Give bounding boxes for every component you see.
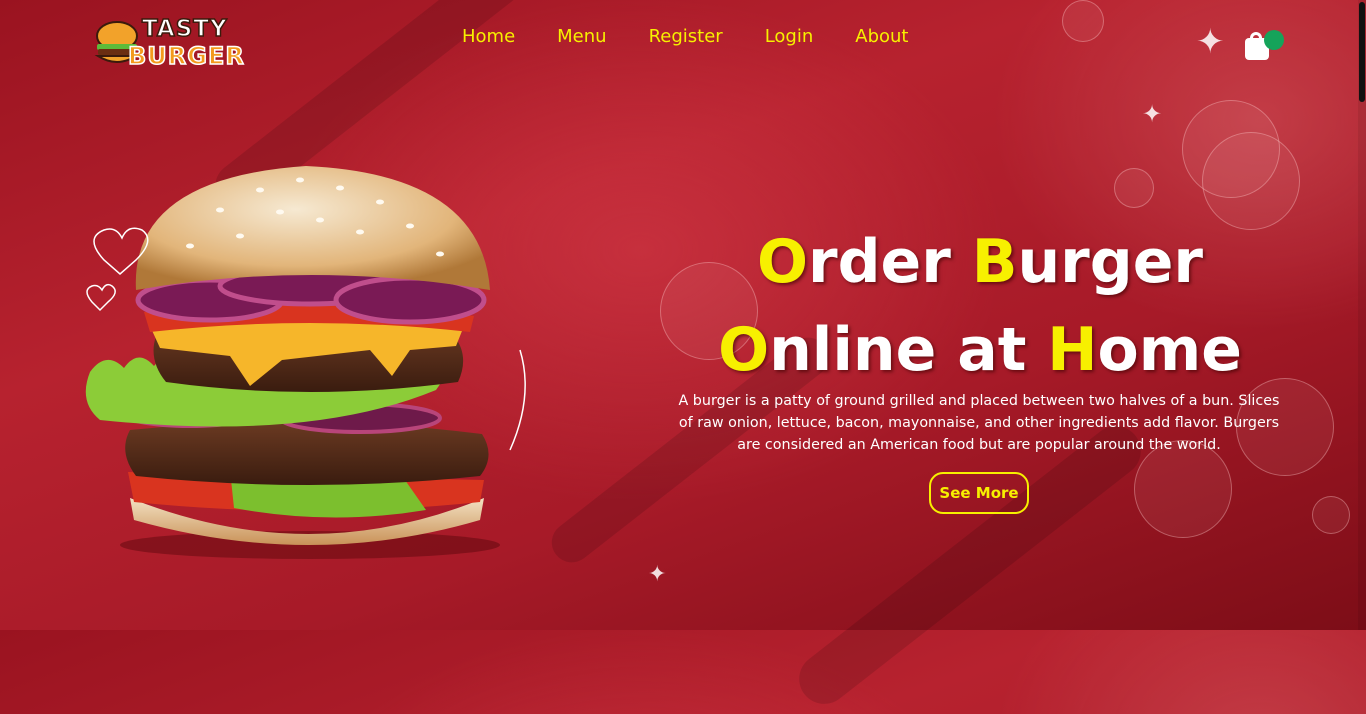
hero-title-text: ome [1097,315,1242,385]
hero-title-text: nline at [769,315,1048,385]
hero-title-cap: O [756,227,808,297]
nav-link-register[interactable]: Register [629,24,745,50]
logo-word-burger: BURGER [127,41,245,71]
brand-logo[interactable]: TASTY BURGER [92,14,252,74]
background-bokeh [1114,168,1154,208]
sparkle-icon: ✦ [648,562,667,587]
background-bokeh [1202,132,1300,230]
hero-title-text: urger [1017,227,1203,297]
background-streak [789,416,1151,714]
background-bokeh [1062,0,1104,42]
cart-button[interactable] [1243,30,1284,62]
scrollbar-thumb[interactable] [1359,2,1365,102]
page-scrollbar[interactable] [1358,0,1366,630]
hero-title-line-1: Order Burger [650,232,1310,292]
background-bokeh [1312,496,1350,534]
hero-title-line-2: Online at Home [650,320,1310,380]
hero-description: A burger is a patty of ground grilled an… [678,393,1280,453]
sparkle-icon: ✦ [1196,22,1225,62]
hero-title-text: rder [808,227,972,297]
hero-title-cap: H [1047,315,1098,385]
cart-badge [1264,30,1284,50]
nav-link-home[interactable]: Home [442,24,537,50]
burger-image [85,166,526,559]
sparkle-icon: ✦ [1142,100,1163,128]
nav-link-menu[interactable]: Menu [537,24,628,50]
main-nav: Home Menu Register Login About [442,24,930,50]
nav-link-login[interactable]: Login [745,24,836,50]
logo-word-tasty: TASTY [141,15,228,43]
hero-title-cap: O [718,315,770,385]
nav-link-about[interactable]: About [835,24,930,50]
see-more-button[interactable]: See More [929,472,1029,514]
hero-title-cap: B [971,227,1018,297]
